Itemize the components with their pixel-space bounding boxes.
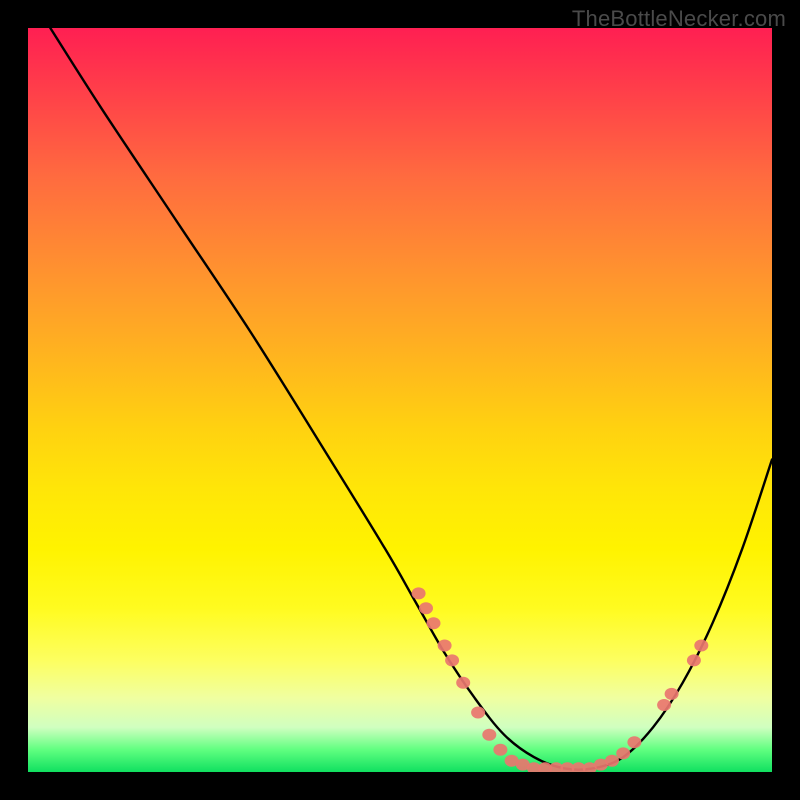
chart-canvas: TheBottleNecker.com	[0, 0, 800, 800]
data-point	[657, 699, 671, 711]
data-point	[412, 587, 426, 599]
data-point	[616, 747, 630, 759]
data-point	[419, 602, 433, 614]
data-point	[493, 744, 507, 756]
data-point	[427, 617, 441, 629]
data-point	[694, 640, 708, 652]
bottleneck-curve	[50, 28, 772, 770]
data-point	[445, 654, 459, 666]
data-point	[627, 736, 641, 748]
watermark-text: TheBottleNecker.com	[572, 6, 786, 32]
data-point	[456, 677, 470, 689]
data-point	[482, 729, 496, 741]
data-point	[665, 688, 679, 700]
plot-area	[28, 28, 772, 772]
data-point	[687, 654, 701, 666]
scatter-points	[412, 587, 709, 772]
data-point	[605, 755, 619, 767]
curve-layer	[28, 28, 772, 772]
data-point	[438, 640, 452, 652]
data-point	[471, 707, 485, 719]
